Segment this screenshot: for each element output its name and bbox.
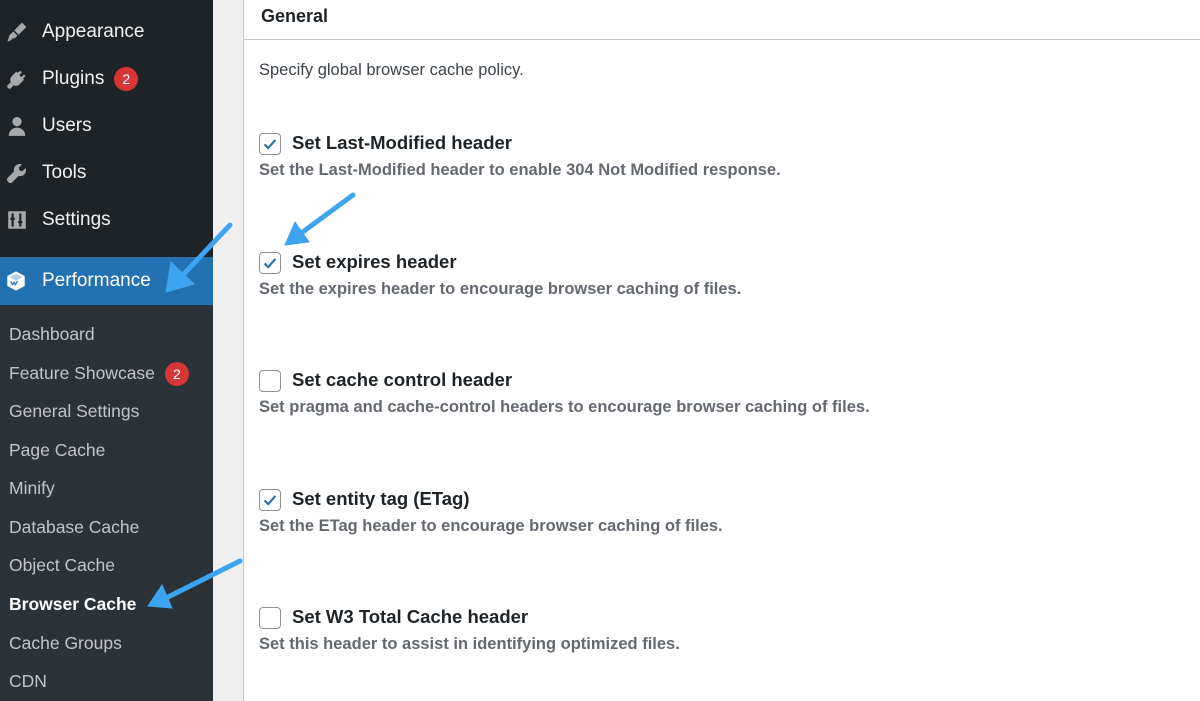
submenu-item-database-cache[interactable]: Database Cache (9, 512, 139, 542)
sidebar-item-label: Tools (42, 162, 87, 183)
sidebar-item-users[interactable]: Users (0, 106, 213, 146)
wrench-icon (5, 161, 29, 185)
submenu-item-dashboard[interactable]: Dashboard (9, 319, 95, 349)
option-description: Set the Last-Modified header to enable 3… (259, 161, 781, 179)
expires-header-checkbox[interactable] (259, 252, 281, 274)
sidebar-item-performance[interactable]: Performance (0, 257, 213, 305)
w3tc-cube-icon (4, 269, 28, 293)
submenu-item-object-cache[interactable]: Object Cache (9, 550, 115, 580)
sidebar-item-plugins[interactable]: Plugins 2 (0, 59, 213, 99)
performance-submenu: Dashboard Feature Showcase 2 General Sett… (0, 305, 213, 701)
panel-intro-text: Specify global browser cache policy. (259, 61, 524, 79)
panel-header: General (244, 0, 1200, 40)
submenu-item-cache-groups[interactable]: Cache Groups (9, 628, 122, 658)
option-label[interactable]: Set expires header (292, 251, 457, 273)
sidebar-item-label: Appearance (42, 21, 145, 42)
sidebar-item-tools[interactable]: Tools (0, 153, 213, 193)
sidebar-item-label: Plugins (42, 68, 105, 90)
submenu-item-page-cache[interactable]: Page Cache (9, 435, 105, 465)
option-label[interactable]: Set Last-Modified header (292, 132, 512, 154)
sidebar-item-label: Performance (42, 270, 151, 291)
update-count-badge: 2 (114, 67, 139, 91)
showcase-count-badge: 2 (164, 362, 189, 387)
user-icon (5, 114, 29, 138)
sidebar-item-settings[interactable]: Settings (0, 200, 213, 240)
plug-icon (5, 67, 29, 91)
checkmark-icon (263, 139, 277, 150)
cache-control-checkbox[interactable] (259, 370, 281, 392)
last-modified-checkbox[interactable] (259, 133, 281, 155)
option-label[interactable]: Set entity tag (ETag) (292, 488, 469, 510)
submenu-item-cdn[interactable]: CDN (9, 666, 47, 696)
panel-title: General (261, 6, 329, 26)
option-label[interactable]: Set W3 Total Cache header (292, 606, 528, 628)
etag-checkbox[interactable] (259, 489, 281, 511)
submenu-item-general-settings[interactable]: General Settings (9, 396, 139, 426)
option-description: Set the expires header to encourage brow… (259, 280, 742, 298)
sidebar-item-label: Users (42, 115, 92, 136)
sliders-icon (5, 208, 29, 232)
submenu-item-label: Feature Showcase (9, 363, 155, 383)
paintbrush-icon (5, 20, 29, 44)
sidebar-item-label: Settings (42, 209, 111, 230)
sidebar-item-appearance[interactable]: Appearance (0, 12, 213, 52)
general-settings-panel: General Specify global browser cache pol… (243, 0, 1200, 701)
option-description: Set this header to assist in identifying… (259, 635, 680, 653)
option-label[interactable]: Set cache control header (292, 369, 512, 391)
w3tc-header-checkbox[interactable] (259, 607, 281, 629)
option-description: Set the ETag header to encourage browser… (259, 517, 723, 535)
checkmark-icon (263, 495, 277, 506)
submenu-item-browser-cache[interactable]: Browser Cache (9, 589, 136, 619)
submenu-item-minify[interactable]: Minify (9, 473, 55, 503)
option-description: Set pragma and cache-control headers to … (259, 398, 870, 416)
checkmark-icon (263, 258, 277, 269)
admin-sidebar: Appearance Plugins 2 Users Tools Settings… (0, 0, 213, 701)
submenu-item-feature-showcase[interactable]: Feature Showcase 2 (9, 358, 189, 388)
